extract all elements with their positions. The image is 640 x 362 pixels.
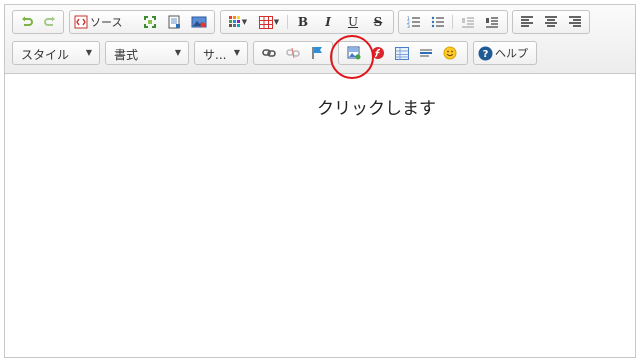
format-combo-label: 書式 [114, 48, 139, 62]
help-group: ? ヘルプ [473, 41, 537, 65]
size-combo[interactable]: サ... ▼ [194, 41, 248, 65]
toolbar-separator [287, 15, 288, 29]
formatting-group: ▼ ▼ B I U S [220, 10, 394, 34]
undo-button[interactable] [17, 13, 37, 31]
help-label: ヘルプ [495, 47, 528, 60]
table-icon [258, 15, 273, 29]
numbered-list-button[interactable]: 123 [403, 13, 425, 31]
svg-text:?: ? [483, 49, 489, 60]
align-center-button[interactable] [540, 13, 562, 31]
unlink-button[interactable] [282, 44, 304, 62]
size-combo-label: サ... [203, 48, 227, 62]
toolbar-separator [452, 15, 453, 29]
align-right-icon [569, 16, 581, 27]
format-combo[interactable]: 書式 ▼ [105, 41, 189, 65]
table-button[interactable]: ▼ [255, 13, 283, 31]
source-label: ソース [90, 16, 123, 29]
chevron-down-icon: ▼ [241, 18, 248, 26]
bulleted-list-button[interactable] [427, 13, 449, 31]
maximize-button[interactable] [140, 13, 160, 31]
insert-image-icon [347, 46, 361, 60]
smiley-button[interactable] [439, 44, 461, 62]
rich-text-editor: ソース ▼ ▼ B I U S 1 2 3 スタイル ▼ 書式 ▼ サ... ▼… [4, 4, 636, 358]
numbered-list-icon: 123 [407, 16, 420, 29]
table-insert-icon [395, 46, 409, 60]
undo-redo-group [12, 10, 64, 34]
bold-button[interactable]: B [292, 13, 314, 31]
document-group: ソース [69, 10, 215, 34]
image-icon [191, 16, 207, 28]
text-color-button[interactable]: ▼ [225, 13, 251, 31]
strike-button[interactable]: S [367, 13, 389, 31]
anchor-icon [312, 47, 322, 59]
editor-toolbar: ソース ▼ ▼ B I U S 1 2 3 スタイル ▼ 書式 ▼ サ... ▼… [5, 5, 635, 79]
templates-button[interactable] [188, 13, 210, 31]
indent-icon [486, 17, 498, 28]
link-icon [262, 49, 276, 57]
unlink-icon [286, 47, 300, 59]
indent-button[interactable] [481, 13, 503, 31]
maximize-icon [144, 16, 156, 28]
horizontal-rule-icon [420, 49, 432, 57]
text-color-icon [228, 16, 240, 27]
source-button[interactable]: ソース [74, 13, 134, 31]
outdent-icon [462, 17, 474, 28]
content-text: クリックします [317, 99, 436, 119]
chevron-down-icon: ▼ [85, 48, 92, 57]
align-left-button[interactable] [516, 13, 538, 31]
bulleted-list-icon [431, 16, 444, 28]
align-center-icon [545, 16, 557, 27]
preview-icon [168, 15, 180, 29]
underline-button[interactable]: U [342, 13, 364, 31]
style-combo-label: スタイル [21, 48, 70, 62]
outdent-button[interactable] [457, 13, 479, 31]
help-icon: ? [478, 46, 493, 60]
undo-icon [22, 16, 33, 26]
insert-image-button[interactable] [343, 44, 365, 62]
redo-button[interactable] [40, 13, 60, 31]
chevron-down-icon: ▼ [233, 48, 240, 57]
redo-icon [44, 16, 55, 26]
table-insert-button[interactable] [391, 44, 413, 62]
anchor-button[interactable] [306, 44, 328, 62]
link-group [253, 41, 333, 65]
list-group: 123 [398, 10, 508, 34]
chevron-down-icon: ▼ [174, 48, 181, 57]
horizontal-rule-button[interactable] [415, 44, 437, 62]
svg-text:3: 3 [407, 24, 410, 29]
insert-group [338, 41, 468, 65]
align-right-button[interactable] [564, 13, 586, 31]
flash-button[interactable] [367, 44, 389, 62]
alignment-group [512, 10, 590, 34]
link-button[interactable] [258, 44, 280, 62]
italic-button[interactable]: I [317, 13, 339, 31]
align-left-icon [521, 16, 533, 27]
chevron-down-icon: ▼ [273, 18, 280, 26]
editor-content-area[interactable]: クリックします [5, 74, 635, 357]
smiley-icon [443, 46, 457, 60]
flash-icon [372, 47, 384, 59]
preview-button[interactable] [164, 13, 184, 31]
source-icon [74, 15, 88, 29]
style-combo[interactable]: スタイル ▼ [12, 41, 100, 65]
help-button[interactable]: ? ヘルプ [478, 44, 534, 62]
